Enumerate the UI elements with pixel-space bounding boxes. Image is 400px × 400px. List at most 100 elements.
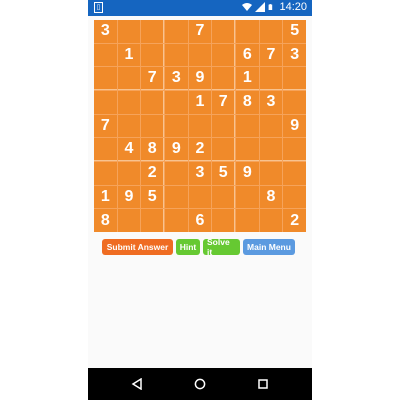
- sudoku-cell[interactable]: [188, 185, 212, 209]
- sudoku-cell[interactable]: 5: [141, 185, 164, 209]
- signal-icon: [255, 2, 266, 12]
- sudoku-cell[interactable]: [212, 43, 235, 67]
- home-button[interactable]: [185, 368, 215, 400]
- status-icons: 14:20: [242, 1, 307, 13]
- sudoku-cell[interactable]: [212, 185, 235, 209]
- sudoku-cell[interactable]: 9: [235, 161, 259, 185]
- battery-icon: [269, 4, 273, 10]
- sudoku-cell[interactable]: 1: [94, 185, 117, 209]
- sudoku-cell[interactable]: 9: [117, 185, 141, 209]
- home-icon: [194, 378, 206, 390]
- clock: 14:20: [279, 1, 307, 13]
- sudoku-cell[interactable]: 9: [283, 114, 306, 138]
- sudoku-cell[interactable]: [212, 67, 235, 90]
- sudoku-cell[interactable]: 7: [259, 43, 283, 67]
- back-button[interactable]: [122, 368, 152, 400]
- sudoku-cell[interactable]: 1: [235, 67, 259, 90]
- sudoku-board: 37516737391178379489223591958862: [94, 20, 306, 232]
- sudoku-cell[interactable]: [117, 67, 141, 90]
- sudoku-cell[interactable]: [235, 138, 259, 161]
- sudoku-cell[interactable]: [117, 20, 141, 43]
- sudoku-cell[interactable]: 5: [283, 20, 306, 43]
- sudoku-cell[interactable]: [283, 138, 306, 161]
- sudoku-cell[interactable]: 7: [212, 90, 235, 114]
- sudoku-cell[interactable]: [235, 114, 259, 138]
- sudoku-cell[interactable]: [117, 114, 141, 138]
- sudoku-cell[interactable]: [164, 161, 188, 185]
- sudoku-cell[interactable]: [94, 90, 117, 114]
- sudoku-cell[interactable]: [212, 209, 235, 232]
- main-menu-button[interactable]: Main Menu: [243, 239, 295, 255]
- sudoku-cell[interactable]: [259, 209, 283, 232]
- sudoku-cell[interactable]: 8: [94, 209, 117, 232]
- sudoku-cell[interactable]: [164, 114, 188, 138]
- sudoku-cell[interactable]: 9: [188, 67, 212, 90]
- sudoku-cell[interactable]: 1: [188, 90, 212, 114]
- sudoku-cell[interactable]: [164, 90, 188, 114]
- sim-card-icon: ▯: [94, 2, 103, 13]
- sudoku-cell[interactable]: [94, 67, 117, 90]
- sudoku-cell[interactable]: [188, 43, 212, 67]
- sudoku-cell[interactable]: [94, 138, 117, 161]
- sudoku-cell[interactable]: [259, 161, 283, 185]
- back-icon: [131, 378, 142, 390]
- sudoku-cell[interactable]: 3: [94, 20, 117, 43]
- sudoku-cell[interactable]: 6: [188, 209, 212, 232]
- sudoku-cell[interactable]: 8: [259, 185, 283, 209]
- sudoku-cell[interactable]: 9: [164, 138, 188, 161]
- sudoku-cell[interactable]: 3: [259, 90, 283, 114]
- solve-it-button[interactable]: Solve it: [203, 237, 240, 257]
- sudoku-cell[interactable]: 4: [117, 138, 141, 161]
- sudoku-cell[interactable]: [283, 90, 306, 114]
- sudoku-cell[interactable]: [259, 114, 283, 138]
- sudoku-cell[interactable]: 7: [188, 20, 212, 43]
- submit-answer-button[interactable]: Submit Answer: [102, 239, 173, 255]
- sudoku-cell[interactable]: [164, 20, 188, 43]
- sudoku-cell[interactable]: [212, 114, 235, 138]
- sudoku-cell[interactable]: [94, 161, 117, 185]
- sudoku-cell[interactable]: [117, 161, 141, 185]
- sudoku-cell[interactable]: [212, 20, 235, 43]
- sudoku-cell[interactable]: [141, 90, 164, 114]
- sudoku-cell[interactable]: [188, 114, 212, 138]
- sudoku-cell[interactable]: 8: [235, 90, 259, 114]
- sudoku-cell[interactable]: [141, 20, 164, 43]
- sudoku-cell[interactable]: 6: [235, 43, 259, 67]
- sudoku-cell[interactable]: 3: [283, 43, 306, 67]
- sudoku-cell[interactable]: [164, 209, 188, 232]
- sudoku-cell[interactable]: [259, 67, 283, 90]
- recents-button[interactable]: [248, 368, 278, 400]
- sudoku-cell[interactable]: 2: [188, 138, 212, 161]
- sudoku-cell[interactable]: [235, 209, 259, 232]
- sudoku-cell[interactable]: 3: [164, 67, 188, 90]
- sudoku-cell[interactable]: 5: [212, 161, 235, 185]
- sudoku-cell[interactable]: [283, 161, 306, 185]
- sudoku-cell[interactable]: [141, 114, 164, 138]
- sudoku-cell[interactable]: [283, 67, 306, 90]
- sudoku-cell[interactable]: [235, 20, 259, 43]
- hint-button[interactable]: Hint: [176, 239, 200, 255]
- action-buttons: Submit Answer Hint Solve it Main Menu: [102, 237, 295, 257]
- wifi-icon: [242, 3, 253, 11]
- sudoku-cell[interactable]: [141, 43, 164, 67]
- navigation-bar: [88, 368, 312, 400]
- sudoku-cell[interactable]: [212, 138, 235, 161]
- sudoku-cell[interactable]: 2: [141, 161, 164, 185]
- sudoku-cell[interactable]: [117, 90, 141, 114]
- sudoku-cell[interactable]: [259, 20, 283, 43]
- status-bar: ▯ 14:20: [88, 0, 312, 16]
- sudoku-cell[interactable]: [141, 209, 164, 232]
- sudoku-cell[interactable]: [235, 185, 259, 209]
- sudoku-cell[interactable]: 7: [94, 114, 117, 138]
- sudoku-cell[interactable]: [283, 185, 306, 209]
- sudoku-cell[interactable]: 1: [117, 43, 141, 67]
- sudoku-cell[interactable]: [164, 185, 188, 209]
- sudoku-cell[interactable]: [94, 43, 117, 67]
- sudoku-cell[interactable]: 7: [141, 67, 164, 90]
- sudoku-cell[interactable]: 3: [188, 161, 212, 185]
- sudoku-cell[interactable]: [259, 138, 283, 161]
- sudoku-cell[interactable]: [164, 43, 188, 67]
- sudoku-cell[interactable]: 2: [283, 209, 306, 232]
- sudoku-cell[interactable]: [117, 209, 141, 232]
- sudoku-cell[interactable]: 8: [141, 138, 164, 161]
